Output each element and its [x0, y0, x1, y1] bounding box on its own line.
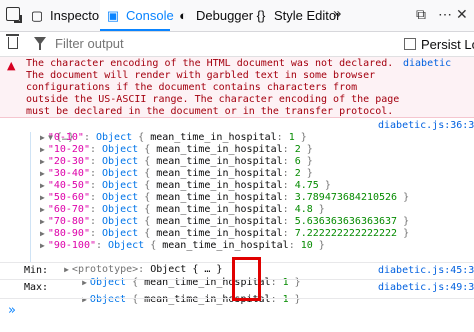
filter-output-input[interactable]	[55, 36, 305, 51]
object-entry-row[interactable]: ▶ "10-20": Object { mean_time_in_hospital…	[40, 144, 313, 156]
entry-value: 4.75	[294, 180, 319, 191]
object-entry-row[interactable]: ▶ "0-10": Object { mean_time_in_hospital:…	[40, 132, 307, 144]
min-object[interactable]: ▶ Object { mean_time_in_hospital: 1 }	[58, 265, 301, 288]
entry-object-label: Object	[96, 132, 133, 143]
entry-field-name: mean_time_in_hospital	[156, 180, 283, 191]
object-entry-row[interactable]: ▶ "20-30": Object { mean_time_in_hospital…	[40, 156, 313, 168]
collapsed-triangle-icon: ▶	[40, 205, 45, 214]
object-entry-row[interactable]: ▶ "60-70": Object { mean_time_in_hospital…	[40, 204, 325, 216]
entry-key: "40-50"	[47, 180, 90, 191]
max-object-label: Object	[89, 294, 127, 305]
entry-value: 7.222222222222222	[294, 228, 398, 239]
entry-field-name: mean_time_in_hospital	[156, 228, 283, 239]
entry-field-name: mean_time_in_hospital	[156, 156, 283, 167]
options-menu-icon[interactable]: ⋯	[438, 6, 452, 23]
object-toggle[interactable]: ▼ {…}	[24, 120, 74, 143]
entry-value: 4.8	[294, 204, 313, 215]
console-input-prompt[interactable]: »	[8, 303, 16, 318]
style-editor-icon: {}	[256, 8, 266, 23]
entry-key: "10-20"	[47, 144, 90, 155]
entry-object-label: Object	[102, 144, 139, 155]
entry-object-label: Object	[102, 180, 139, 191]
max-label: Max:	[24, 282, 49, 293]
tab-inspector-label: Inspector	[50, 8, 104, 23]
entry-value: 10	[300, 240, 313, 251]
max-object[interactable]: ▶ Object { mean_time_in_hospital: 1 }	[58, 282, 301, 305]
object-entry-row[interactable]: ▶ "50-60": Object { mean_time_in_hospital…	[40, 192, 409, 204]
console-icon: ▣	[106, 8, 120, 23]
object-entry-row[interactable]: ▶ "30-40": Object { mean_time_in_hospital…	[40, 168, 313, 180]
devtools-toolbar: ▢ Inspector ▣ Console ◐ Debugger {} Style Ed…	[0, 0, 474, 32]
persist-logs-toggle[interactable]: Persist Logs	[404, 37, 474, 52]
tab-style-editor-label: Style Editor	[274, 8, 341, 23]
element-picker-icon[interactable]	[6, 7, 22, 23]
collapsed-triangle-icon: ▶	[40, 169, 45, 178]
min-source-link[interactable]: diabetic.js:45:3	[378, 265, 474, 277]
entry-object-label: Object	[102, 168, 139, 179]
min-label: Min:	[24, 265, 49, 276]
entry-object-label: Object	[102, 192, 139, 203]
entry-field-name: mean_time_in_hospital	[162, 240, 289, 251]
warning-icon: ▲	[7, 59, 16, 72]
tree-guide-line	[30, 132, 31, 262]
entry-field-name: mean_time_in_hospital	[150, 132, 277, 143]
value-highlight-box	[232, 257, 261, 301]
entry-key: "50-60"	[47, 192, 90, 203]
entry-field-name: mean_time_in_hospital	[156, 144, 283, 155]
object-entry-row[interactable]: ▶ "80-90": Object { mean_time_in_hospital…	[40, 228, 409, 240]
collapsed-triangle-icon: ▶	[40, 157, 45, 166]
entry-key: "90-100"	[47, 240, 96, 251]
collapsed-triangle-icon: ▶	[40, 229, 45, 238]
tab-style-editor[interactable]: {} Style Editor	[254, 0, 341, 31]
tab-debugger[interactable]: ◐ Debugger	[176, 0, 253, 31]
entry-object-label: Object	[102, 204, 139, 215]
close-icon[interactable]: ✕	[456, 6, 468, 23]
entry-key: "80-90"	[47, 228, 90, 239]
entry-key: "30-40"	[47, 168, 90, 179]
encoding-warning-message: ▲ The character encoding of the HTML doc…	[0, 57, 474, 118]
tab-inspector[interactable]: ▢ Inspector	[30, 0, 104, 31]
warning-text: The character encoding of the HTML docum…	[26, 58, 406, 117]
object-entry-row[interactable]: ▶ "70-80": Object { mean_time_in_hospital…	[40, 216, 409, 228]
persist-logs-checkbox[interactable]	[404, 38, 416, 50]
debugger-icon: ◐	[179, 8, 187, 23]
log-source-link[interactable]: diabetic.js:36:3	[378, 120, 474, 132]
entry-object-label: Object	[102, 156, 139, 167]
object-entry-row[interactable]: ▶ "90-100": Object { mean_time_in_hospita…	[40, 240, 325, 252]
clear-console-icon[interactable]	[6, 34, 19, 49]
entry-value: 3.789473684210526	[294, 192, 398, 203]
entry-key: "0-10"	[47, 132, 84, 143]
collapsed-triangle-icon: ▶	[40, 217, 45, 226]
persist-logs-label: Persist Logs	[421, 37, 474, 52]
object-entry-row[interactable]: ▶ "40-50": Object { mean_time_in_hospital…	[40, 180, 331, 192]
entry-object-label: Object	[102, 228, 139, 239]
more-tools-button[interactable]: »	[333, 5, 341, 22]
entry-key: "20-30"	[47, 156, 90, 167]
tab-console[interactable]: ▣ Console	[100, 0, 174, 31]
entry-field-name: mean_time_in_hospital	[156, 168, 283, 179]
entry-value: 5.636363636363637	[294, 216, 398, 227]
inspector-icon: ▢	[30, 8, 44, 23]
filter-bar: Persist Logs	[0, 32, 474, 57]
dock-toggle-icon[interactable]: ⧉	[416, 6, 426, 23]
max-source-link[interactable]: diabetic.js:49:3	[378, 282, 474, 294]
entry-key: "70-80"	[47, 216, 90, 227]
collapsed-triangle-icon: ▶	[40, 145, 45, 154]
collapsed-triangle-icon: ▶	[40, 193, 45, 202]
entry-field-name: mean_time_in_hospital	[156, 216, 283, 227]
entry-object-label: Object	[108, 240, 145, 251]
entry-key: "60-70"	[47, 204, 90, 215]
tab-debugger-label: Debugger	[196, 8, 254, 23]
collapsed-triangle-icon: ▶	[82, 295, 87, 304]
collapsed-triangle-icon: ▶	[40, 133, 45, 142]
warning-source-link[interactable]: diabetic	[403, 58, 451, 70]
tab-console-label: Console	[126, 8, 174, 23]
entry-object-label: Object	[102, 216, 139, 227]
filter-icon	[34, 37, 46, 50]
entry-field-name: mean_time_in_hospital	[156, 192, 283, 203]
entry-field-name: mean_time_in_hospital	[156, 204, 283, 215]
collapsed-triangle-icon: ▶	[40, 181, 45, 190]
collapsed-triangle-icon: ▶	[40, 241, 45, 250]
